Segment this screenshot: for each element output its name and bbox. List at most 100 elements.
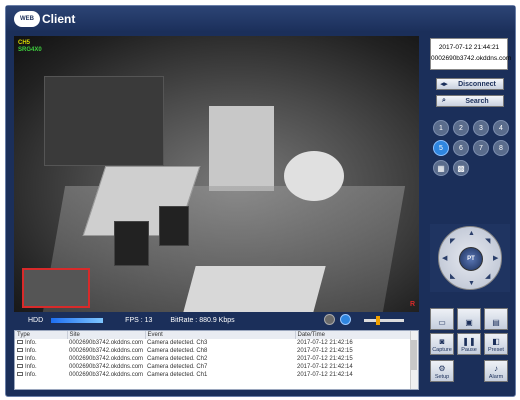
channel-button-2[interactable]: 2 [453,120,469,136]
row-type-text: Info. [25,348,37,354]
arrow-up-right-icon[interactable]: ◥ [485,237,490,245]
volume-slider[interactable] [364,319,404,322]
row-site: 0002690b3742.okddns.com [69,356,144,362]
row-type-text: Info. [25,340,37,346]
pause-button[interactable]: ❚❚ Pause [457,333,481,355]
app-title: Client [42,12,76,26]
pip-preview[interactable] [22,268,90,308]
info-icon [17,340,23,345]
scene-cabinet [209,106,274,191]
channel-button-4[interactable]: 4 [493,120,509,136]
table-row[interactable]: Info. 0002690b3742.okddns.com Camera det… [15,371,415,379]
pause-label: Pause [461,347,477,353]
info-icon [17,364,23,369]
channel-button-1[interactable]: 1 [433,120,449,136]
osd-camera-name: SRG4X0 [18,47,42,53]
single-view-button[interactable]: ▭ [430,308,454,330]
info-icon [17,372,23,377]
row-datetime: 2017-07-12 21:42:15 [297,348,353,354]
scene-round-table [284,151,344,201]
row-type: Info. [15,355,67,363]
arrow-down-right-icon[interactable]: ◢ [485,272,490,280]
search-icon: ⌕ [442,97,446,104]
snapshot-view-button[interactable]: ▣ [457,308,481,330]
table-row[interactable]: Info. 0002690b3742.okddns.com Camera det… [15,363,415,371]
camera-icon: ◙ [439,337,445,346]
capture-label: Capture [432,347,452,353]
volume-knob[interactable] [376,316,380,325]
client-window: WEB Client CH5 SRG4X0 R HDD FPS : 13 Bit… [5,5,516,397]
ptz-center-button[interactable]: PT [459,247,483,271]
col-type[interactable]: Type [15,331,68,339]
search-button[interactable]: ⌕ Search [436,95,504,107]
nine-layout-icon[interactable]: ▩ [453,160,469,176]
arrow-up-icon[interactable]: ▲ [468,230,475,237]
row-event: Camera detected. Ch8 [147,348,208,354]
channel-button-6[interactable]: 6 [453,140,469,156]
row-event: Camera detected. Ch3 [147,340,208,346]
alarm-label: Alarm [488,374,504,380]
titlebar: WEB Client [6,6,515,32]
row-datetime: 2017-07-12 21:42:14 [297,364,353,370]
monitor-icon: ▭ [438,318,446,327]
hdd-usage-bar [51,317,104,323]
arrow-right-icon[interactable]: ▶ [493,254,498,262]
alarm-icon: ♪ [494,364,498,373]
log-scrollbar-thumb[interactable] [411,340,417,370]
row-type-text: Info. [25,364,37,370]
channel-button-8[interactable]: 8 [493,140,509,156]
speaker-icon[interactable] [340,314,351,325]
table-row[interactable]: Info. 0002690b3742.okddns.com Camera det… [15,339,415,347]
row-type: Info. [15,339,67,347]
col-site[interactable]: Site [67,331,146,339]
row-event: Camera detected. Ch1 [147,372,208,378]
scene-shelf [44,76,164,166]
info-icon [17,356,23,361]
setup-button[interactable]: ⚙ Setup [430,360,454,382]
col-event[interactable]: Event [145,331,296,339]
record-indicator: R [409,301,415,308]
arrow-down-icon[interactable]: ▼ [468,280,475,287]
fps-label: FPS : 13 [125,316,153,324]
quad-layout-icon[interactable]: ▦ [433,160,449,176]
video-statusbar: HDD FPS : 13 BitRate : 880.9 Kbps [14,312,419,328]
table-row[interactable]: Info. 0002690b3742.okddns.com Camera det… [15,355,415,363]
capture-button[interactable]: ◙ Capture [430,333,454,355]
row-event: Camera detected. Ch7 [147,364,208,370]
row-site: 0002690b3742.okddns.com [69,364,144,370]
osd-channel: CH5 [18,40,31,46]
row-type: Info. [15,347,67,355]
live-video-view[interactable]: CH5 SRG4X0 R [14,36,419,312]
video-camera-icon: ◧ [492,337,500,346]
preset-label: Preset [488,347,504,353]
ptz-dial[interactable]: ▲ ▼ ◀ ▶ ◤ ◥ ◣ ◢ PT [438,226,502,290]
row-site: 0002690b3742.okddns.com [69,340,144,346]
col-datetime[interactable]: Date/Time [295,331,415,339]
preset-button[interactable]: ◧ Preset [484,333,508,355]
disconnect-button[interactable]: ◂▸ Disconnect [436,78,504,90]
channel-button-3[interactable]: 3 [473,120,489,136]
row-type-text: Info. [25,356,37,362]
scene-chair [114,221,149,266]
scene-chair [159,206,189,246]
alarm-button[interactable]: ♪ Alarm [484,360,508,382]
channel-button-7[interactable]: 7 [473,140,489,156]
table-row[interactable]: Info. 0002690b3742.okddns.com Camera det… [15,347,415,355]
arrow-down-left-icon[interactable]: ◣ [450,272,455,280]
arrow-up-left-icon[interactable]: ◤ [450,237,455,245]
event-log[interactable]: Type Site Event Date/Time Info. 0002690b… [14,330,419,390]
setup-icon: ⚙ [438,364,446,373]
film-icon: ▤ [492,318,500,327]
arrow-left-icon[interactable]: ◀ [442,254,447,262]
logo-badge: WEB [14,11,40,27]
row-type-text: Info. [25,372,37,378]
disconnect-label: Disconnect [458,80,496,88]
info-icon [17,348,23,353]
row-datetime: 2017-07-12 21:42:15 [297,356,353,362]
film-view-button[interactable]: ▤ [484,308,508,330]
disconnect-icon: ◂▸ [440,81,448,88]
row-type: Info. [15,363,67,371]
channel-button-5[interactable]: 5 [433,140,449,156]
mute-icon[interactable] [324,314,335,325]
pause-icon: ❚❚ [462,337,476,346]
